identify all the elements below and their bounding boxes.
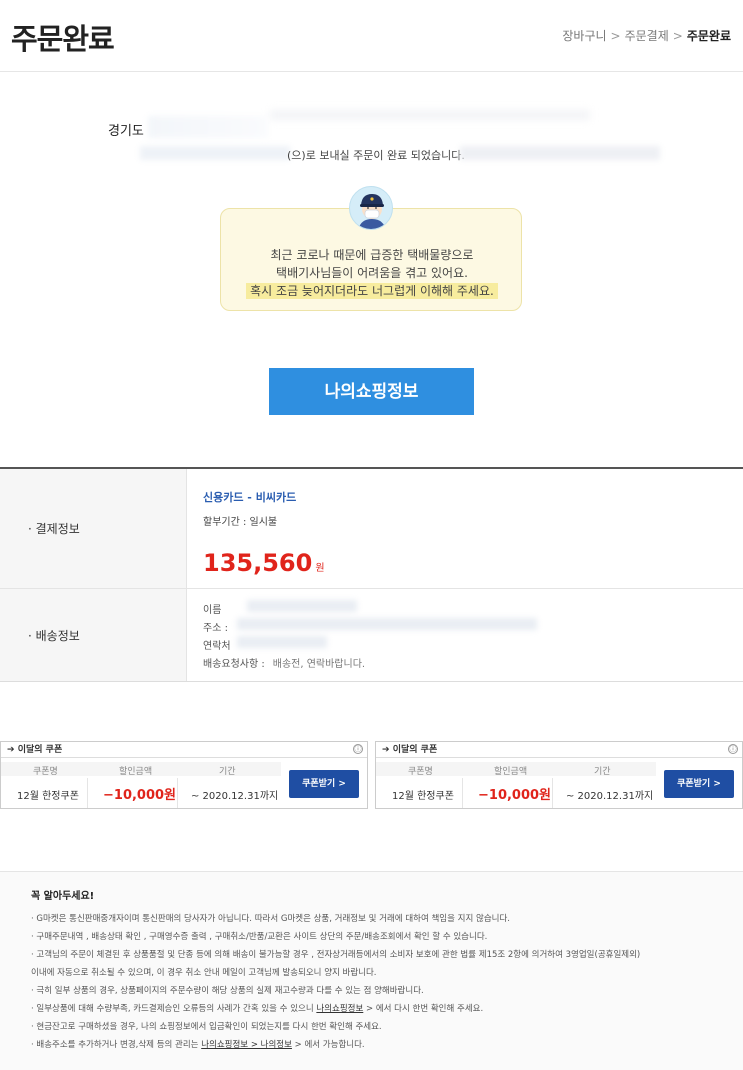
- page-title: 주문완료: [11, 22, 115, 56]
- coupon-panel: ➔ 이달의 쿠폰 ⓘ 쿠폰명 할인금액 기간 12월 한정쿠폰 −10,000원 …: [375, 741, 743, 809]
- shipping-info-label: · 배송정보: [0, 589, 186, 681]
- redacted-name: [247, 600, 357, 612]
- order-complete-message: (으)로 보내실 주문이 완료 되었습니다.: [287, 149, 465, 162]
- payment-info-row: · 결제정보 신용카드 - 비씨카드 할부기간 : 일시불 135,560 원: [0, 469, 743, 589]
- redacted-address: [460, 146, 660, 160]
- note-item: · 고객님의 주문이 체결된 후 상품품절 및 단종 등에 의해 배송이 불가능…: [31, 950, 641, 960]
- my-shopping-info-button[interactable]: 나의쇼핑정보: [269, 368, 474, 415]
- coupon-discount: −10,000원: [103, 788, 177, 803]
- divider: [462, 778, 463, 808]
- coupon-discount: −10,000원: [478, 788, 552, 803]
- address-prefix: 경기도: [108, 124, 144, 139]
- breadcrumb-cart[interactable]: 장바구니: [562, 29, 606, 43]
- recipient-name-label: 이름: [203, 605, 222, 616]
- redacted-text: [270, 110, 590, 120]
- coupon-period: ~ 2020.12.31까지: [566, 791, 654, 802]
- coupon-panel: ➔ 이달의 쿠폰 ⓘ 쿠폰명 할인금액 기간 12월 한정쿠폰 −10,000원 …: [0, 741, 368, 809]
- breadcrumb-separator: >: [610, 29, 621, 43]
- my-info-link[interactable]: 나의쇼핑정보 > 나의정보: [201, 1040, 292, 1050]
- note-item: · G마켓은 통신판매중개자이며 통신판매의 당사자가 아닙니다. 따라서 G마…: [31, 914, 510, 924]
- notice-line: 최근 코로나 때문에 급증한 택배물량으로: [270, 248, 474, 262]
- order-address-message: 경기도 (으)로 보내실 주문이 완료 되었습니다.: [0, 110, 743, 180]
- note-item: · 극히 일부 상품의 경우, 상품페이지의 주문수량이 해당 상품의 실제 재…: [31, 986, 424, 996]
- shipping-address-label: 주소 :: [203, 623, 228, 634]
- redacted-address: [237, 618, 537, 630]
- divider: [552, 778, 553, 808]
- payment-amount: 135,560 원: [203, 549, 325, 577]
- coupon-panel-title: ➔ 이달의 쿠폰 ⓘ: [1, 742, 367, 758]
- shipping-info-row: · 배송정보 이름 주소 : 연락처 배송요청사항 : 배송전, 연락바랍니다.: [0, 589, 743, 681]
- installment-period: 할부기간 : 일시불: [203, 517, 278, 528]
- info-icon[interactable]: ⓘ: [728, 744, 738, 754]
- my-shopping-info-link[interactable]: 나의쇼핑정보: [316, 1004, 363, 1014]
- coupon-row: 12월 한정쿠폰 −10,000원 ~ 2020.12.31까지: [1, 778, 281, 808]
- get-coupon-button[interactable]: 쿠폰받기 >: [664, 770, 734, 798]
- coupon-name: 12월 한정쿠폰: [17, 791, 79, 802]
- breadcrumb-separator: >: [672, 29, 683, 43]
- coupon-panel-title: ➔ 이달의 쿠폰 ⓘ: [376, 742, 742, 758]
- breadcrumb-checkout[interactable]: 주문결제: [625, 29, 669, 43]
- info-icon[interactable]: ⓘ: [353, 744, 363, 754]
- divider: [177, 778, 178, 808]
- order-info-table: · 결제정보 신용카드 - 비씨카드 할부기간 : 일시불 135,560 원 ·…: [0, 467, 743, 682]
- payment-card: 신용카드 - 비씨카드: [203, 491, 297, 504]
- note-item: 이내에 자동으로 취소될 수 있으며, 이 경우 취소 안내 메일이 고객님께 …: [31, 968, 377, 978]
- breadcrumb-current: 주문완료: [686, 29, 731, 43]
- get-coupon-button[interactable]: 쿠폰받기 >: [289, 770, 359, 798]
- delivery-request: 배송요청사항 : 배송전, 연락바랍니다.: [203, 659, 366, 670]
- header: 주문완료 장바구니 > 주문결제 > 주문완료: [0, 0, 743, 72]
- note-item: · 배송주소를 추가하거나 변경,삭제 등의 관리는 나의쇼핑정보 > 나의정보…: [31, 1040, 365, 1050]
- breadcrumb: 장바구니 > 주문결제 > 주문완료: [562, 27, 731, 44]
- notice-line-highlight: 혹시 조금 늦어지더라도 너그럽게 이해해 주세요.: [221, 282, 523, 299]
- coupon-name: 12월 한정쿠폰: [392, 791, 454, 802]
- important-notes: 꼭 알아두세요! · G마켓은 통신판매중개자이며 통신판매의 당사자가 아닙니…: [0, 871, 743, 1070]
- note-item: · 구매주문내역 , 배송상태 확인 , 구매영수증 출력 , 구매취소/반품/…: [31, 932, 488, 942]
- redacted-address: [140, 146, 290, 160]
- payment-info-label: · 결제정보: [0, 469, 186, 588]
- redacted-contact: [237, 636, 327, 648]
- contact-label: 연락처: [203, 641, 231, 652]
- note-item: · 현금잔고로 구매하셨을 경우, 나의 쇼핑정보에서 입금확인이 되었는지를 …: [31, 1022, 382, 1032]
- coupon-row: 12월 한정쿠폰 −10,000원 ~ 2020.12.31까지: [376, 778, 656, 808]
- coupon-header: 쿠폰명 할인금액 기간: [1, 762, 281, 777]
- delivery-driver-icon: [349, 186, 393, 230]
- notice-line: 택배기사님들이 어려움을 겪고 있어요.: [276, 266, 468, 280]
- divider: [87, 778, 88, 808]
- note-item: · 일부상품에 대해 수량부족, 카드결제승인 오류등의 사례가 간혹 있을 수…: [31, 1004, 484, 1014]
- notes-title: 꼭 알아두세요!: [31, 891, 95, 902]
- redacted-address: [148, 116, 268, 138]
- coupon-header: 쿠폰명 할인금액 기간: [376, 762, 656, 777]
- coupon-period: ~ 2020.12.31까지: [191, 791, 279, 802]
